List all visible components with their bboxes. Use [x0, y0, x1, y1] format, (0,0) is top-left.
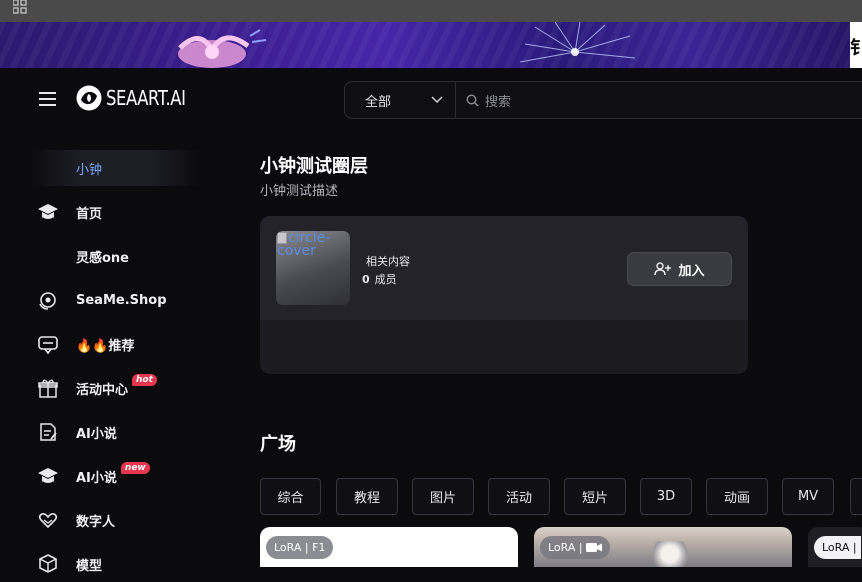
member-count: 0 成员: [362, 271, 397, 287]
post-tag: LoRA |: [814, 536, 861, 559]
sidebar-item-label: 小钟: [76, 162, 103, 178]
member-count-value: 0: [362, 273, 370, 286]
sidebar-item-label: 灵感one: [76, 250, 130, 266]
sidebar-item-label: 模型: [76, 558, 103, 574]
seaart-logo[interactable]: SEAART.AI: [76, 84, 203, 112]
post-tag: LoRA | F1: [266, 536, 334, 559]
gift-icon: [36, 376, 60, 400]
sidebar-item-events[interactable]: 活动中心 hot: [30, 370, 210, 406]
sidebar: 小钟 首页 灵感one SeaMe.Shop 🔥🔥推荐 活动中心 hot AI小…: [0, 132, 238, 574]
sidebar-item-label: AI小说: [76, 470, 117, 486]
search-scope-select[interactable]: 全部: [345, 82, 456, 118]
sidebar-item-inspiration[interactable]: 灵感one: [30, 238, 210, 274]
chat-bubble-icon: [36, 332, 60, 356]
join-button-label: 加入: [678, 263, 705, 279]
sidebar-item-label: AI小说: [76, 426, 117, 442]
window-topbar: [0, 0, 862, 22]
hamburger-menu-icon[interactable]: [39, 92, 56, 106]
chevron-down-icon: [431, 96, 443, 104]
gift-ribbon-illustration: [178, 29, 267, 68]
sidebar-item-label: 数字人: [76, 514, 116, 530]
sidebar-item-ai-novel[interactable]: AI小说: [30, 414, 210, 450]
tab-all[interactable]: 综合: [260, 478, 321, 515]
tab-3d[interactable]: 3D: [640, 478, 692, 515]
sidebar-item-label: 首页: [76, 206, 103, 222]
headset-icon: [36, 288, 60, 312]
search-bar: 全部 搜索: [344, 81, 862, 119]
search-placeholder: 搜索: [485, 94, 512, 110]
post-card[interactable]: LoRA | F1: [260, 527, 518, 567]
cover-alt-label: circle-cover: [277, 231, 331, 259]
firework-illustration: [519, 22, 636, 63]
circle-title: 小钟测试圈层: [260, 156, 368, 177]
sidebar-item-digital-human[interactable]: 数字人: [30, 502, 210, 538]
post-tag: LoRA |: [540, 536, 610, 559]
graduation-cap-icon: [36, 200, 60, 224]
new-badge: new: [120, 462, 150, 474]
site-header: SEAART.AI 全部 搜索: [0, 68, 862, 132]
tab-more[interactable]: [850, 478, 862, 515]
banner-pattern: [0, 22, 862, 68]
sidebar-item-recommend[interactable]: 🔥🔥推荐: [30, 326, 210, 362]
tab-events[interactable]: 活动: [488, 478, 550, 515]
tab-animation[interactable]: 动画: [706, 478, 768, 515]
post-thumbnail: [654, 541, 694, 567]
grid-icon[interactable]: [13, 0, 27, 14]
promo-banner[interactable]: 钅: [0, 22, 862, 68]
post-card[interactable]: LoRA |: [534, 527, 792, 567]
sidebar-item-seame-shop[interactable]: SeaMe.Shop: [30, 282, 210, 318]
banner-edge-text: 钅: [850, 38, 862, 59]
cube-icon: [36, 552, 60, 576]
main-content: 小钟测试圈层 小钟测试描述 circle-cover 相关内容 0 成员 加入 广…: [238, 132, 862, 567]
tab-shorts[interactable]: 短片: [564, 478, 626, 515]
document-edit-icon: [36, 420, 60, 444]
related-content-label: 相关内容: [366, 255, 410, 268]
search-icon: [466, 93, 479, 106]
sidebar-item-xiaozhong[interactable]: 小钟: [30, 150, 200, 186]
post-tag-label: LoRA |: [548, 541, 583, 554]
search-input[interactable]: 搜索: [456, 82, 862, 118]
circle-card: circle-cover 相关内容 0 成员 加入: [260, 216, 748, 374]
circle-cover-image[interactable]: circle-cover: [276, 231, 350, 305]
sidebar-item-ai-novel-new[interactable]: AI小说 new: [30, 458, 210, 494]
plaza-title: 广场: [260, 434, 296, 455]
sidebar-item-label: SeaMe.Shop: [76, 292, 167, 308]
sidebar-item-models[interactable]: 模型: [30, 546, 210, 582]
logo-text: SEAART.AI: [106, 86, 186, 110]
circle-description: 小钟测试描述: [260, 184, 339, 199]
circle-card-footer: [260, 320, 748, 374]
heart-hands-icon: [36, 508, 60, 532]
video-camera-icon: [585, 543, 602, 552]
sidebar-item-label: 活动中心: [76, 382, 129, 398]
search-scope-value: 全部: [365, 94, 392, 110]
add-user-icon: [654, 262, 672, 276]
tab-images[interactable]: 图片: [412, 478, 474, 515]
tab-tutorial[interactable]: 教程: [336, 478, 398, 515]
hot-badge: hot: [132, 374, 157, 386]
circle-cover-alt-text: circle-cover: [277, 231, 350, 259]
sidebar-item-home[interactable]: 首页: [30, 194, 210, 230]
post-card[interactable]: LoRA |: [808, 527, 862, 567]
member-count-label: 成员: [374, 273, 397, 286]
broken-image-icon: [277, 232, 287, 244]
tab-mv[interactable]: MV: [782, 478, 834, 515]
sidebar-item-label: 🔥🔥推荐: [76, 338, 135, 354]
seaart-logo-icon: [76, 85, 102, 111]
join-button[interactable]: 加入: [627, 252, 732, 286]
graduation-cap-icon: [36, 464, 60, 488]
